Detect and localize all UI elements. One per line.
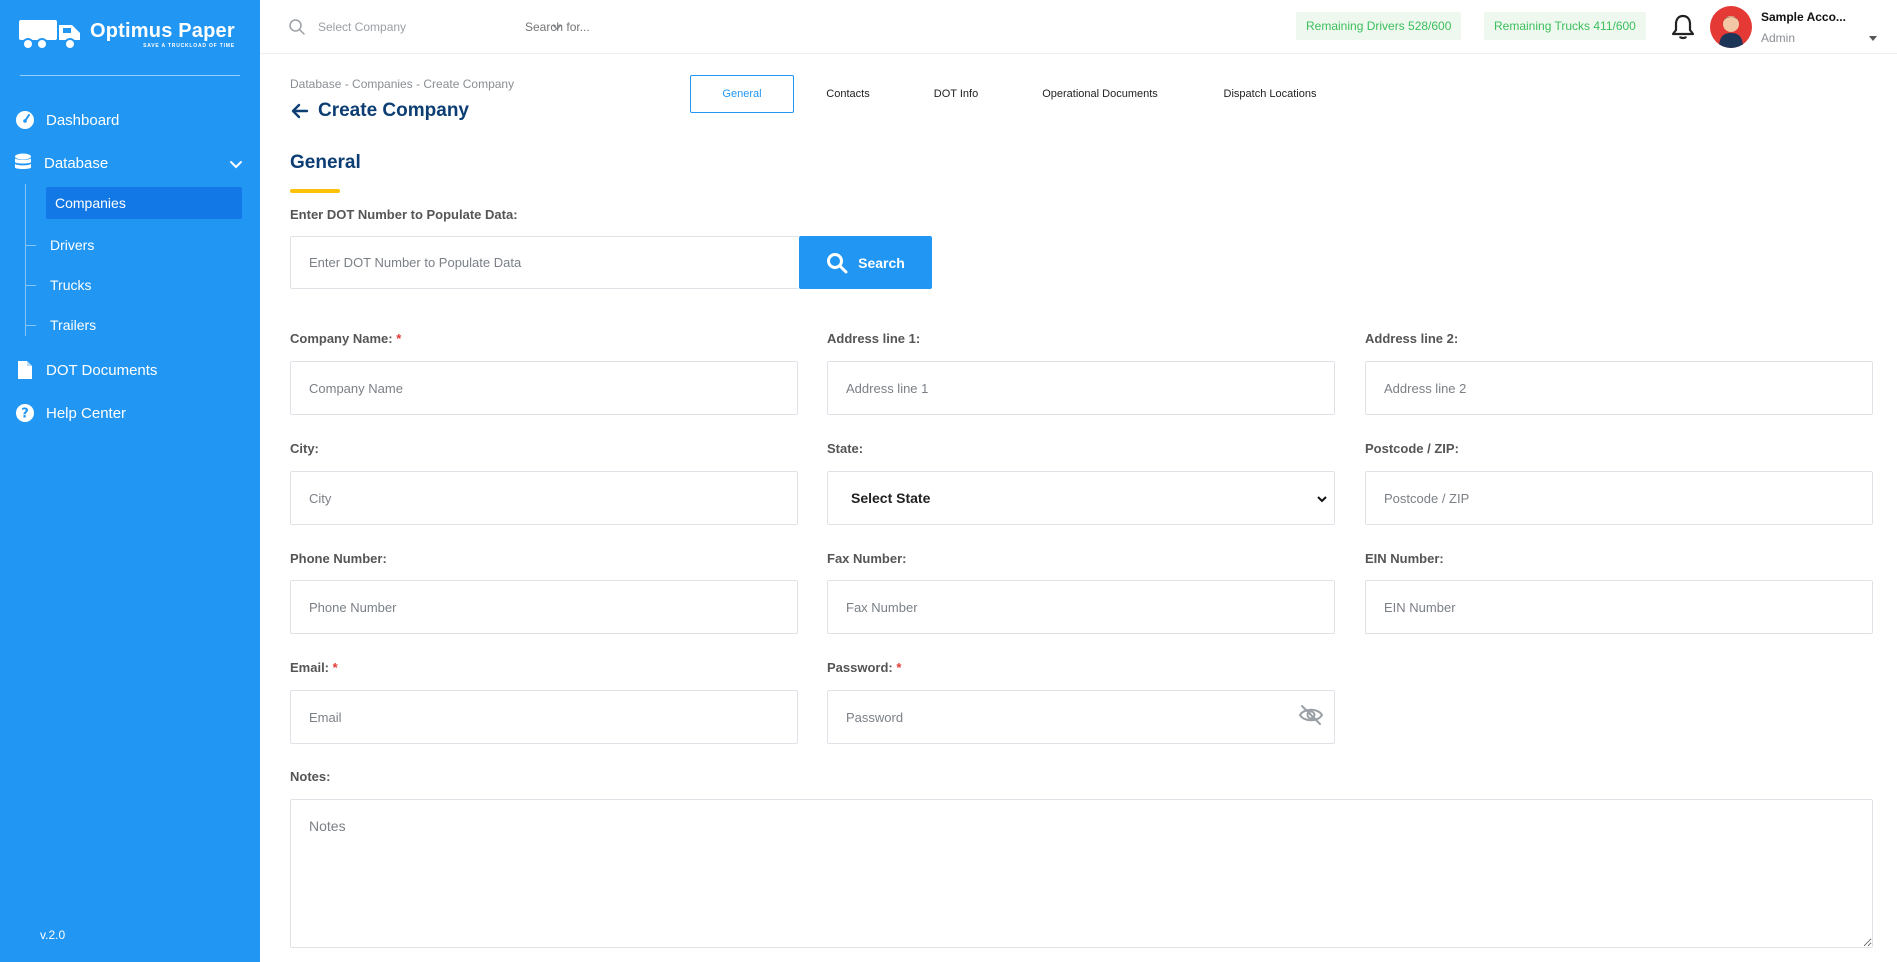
- city-input[interactable]: [290, 471, 798, 525]
- company-name-label: Company Name: *: [290, 331, 402, 346]
- sidebar-item-label: DOT Documents: [46, 361, 158, 379]
- city-label: City:: [290, 441, 319, 456]
- remaining-trucks-badge: Remaining Trucks 411/600: [1484, 12, 1646, 40]
- search-icon: [827, 252, 848, 273]
- sidebar-item-dot-documents[interactable]: DOT Documents: [14, 359, 157, 381]
- tab-dispatch-locations[interactable]: Dispatch Locations: [1190, 75, 1350, 113]
- ein-label: EIN Number:: [1365, 551, 1444, 566]
- sidebar-subitem-label: Drivers: [50, 237, 95, 253]
- password-input[interactable]: [827, 690, 1335, 744]
- company-select-placeholder: Select Company: [318, 20, 407, 34]
- tab-operational-documents[interactable]: Operational Documents: [1010, 75, 1190, 113]
- database-icon: [12, 152, 34, 174]
- sidebar-item-trucks[interactable]: Trucks: [26, 269, 242, 301]
- svg-text:?: ?: [21, 407, 29, 422]
- remaining-drivers-badge: Remaining Drivers 528/600: [1296, 12, 1462, 40]
- brand-logo[interactable]: Optimus Paper SAVE A TRUCKLOAD OF TIME: [18, 14, 240, 54]
- address2-input[interactable]: [1365, 361, 1873, 415]
- top-bar: Select Company Remaining Drivers 528/600…: [260, 0, 1897, 54]
- brand-tagline: SAVE A TRUCKLOAD OF TIME: [143, 42, 235, 49]
- user-name[interactable]: Sample Acco...: [1761, 10, 1846, 24]
- phone-label: Phone Number:: [290, 551, 387, 566]
- sidebar-subitem-label: Trailers: [50, 317, 97, 333]
- page-title: Create Company: [290, 100, 469, 122]
- sidebar-subitem-label: Trucks: [50, 277, 92, 293]
- sidebar-subitem-label: Companies: [46, 187, 242, 219]
- state-select[interactable]: Select State: [827, 471, 1335, 525]
- document-icon: [14, 359, 36, 381]
- notes-textarea[interactable]: [290, 799, 1873, 948]
- sidebar-item-database[interactable]: Database: [12, 152, 108, 174]
- breadcrumb: Database - Companies - Create Company: [290, 77, 515, 91]
- sidebar-item-label: Help Center: [46, 404, 127, 422]
- tab-dot-info[interactable]: DOT Info: [902, 75, 1010, 113]
- email-input[interactable]: [290, 690, 798, 744]
- password-label: Password: *: [827, 660, 902, 675]
- email-label: Email: *: [290, 660, 338, 675]
- help-icon: ?: [14, 402, 36, 424]
- fax-label: Fax Number:: [827, 551, 907, 566]
- required-marker: *: [396, 331, 402, 346]
- chevron-down-icon[interactable]: [228, 156, 244, 172]
- truck-logo-icon: [19, 20, 80, 50]
- tab-general[interactable]: General: [690, 75, 794, 113]
- tab-bar: General Contacts DOT Info Operational Do…: [690, 75, 1350, 113]
- search-button-label: Search: [858, 254, 905, 271]
- sidebar-item-trailers[interactable]: Trailers: [26, 309, 242, 341]
- caret-down-icon[interactable]: [1867, 32, 1879, 44]
- user-role: Admin: [1761, 31, 1796, 45]
- chevron-down-icon: [1317, 496, 1327, 503]
- arrow-left-icon[interactable]: [290, 101, 310, 121]
- sidebar-item-drivers[interactable]: Drivers: [26, 229, 242, 261]
- sidebar-item-dashboard[interactable]: Dashboard: [14, 109, 119, 131]
- sidebar-item-companies[interactable]: Companies: [26, 187, 242, 219]
- global-search-input[interactable]: [523, 14, 823, 40]
- page-title-text: Create Company: [318, 100, 469, 121]
- brand-name: Optimus Paper: [90, 19, 235, 42]
- sidebar-item-label: Dashboard: [46, 111, 120, 129]
- gauge-icon: [14, 109, 36, 131]
- avatar[interactable]: [1710, 6, 1752, 48]
- sidebar-item-label: Database: [44, 154, 109, 172]
- dot-number-input[interactable]: [290, 236, 799, 289]
- ein-input[interactable]: [1365, 580, 1873, 634]
- sidebar: Optimus Paper SAVE A TRUCKLOAD OF TIME D…: [0, 0, 260, 962]
- required-marker: *: [332, 660, 338, 675]
- bell-icon[interactable]: [1670, 13, 1696, 41]
- dot-search-button[interactable]: Search: [799, 236, 932, 289]
- state-select-value: Select State: [851, 490, 931, 506]
- section-title: General: [290, 152, 361, 173]
- tab-contacts[interactable]: Contacts: [794, 75, 902, 113]
- app-version: v.2.0: [40, 928, 66, 942]
- postcode-input[interactable]: [1365, 471, 1873, 525]
- address1-label: Address line 1:: [827, 331, 921, 346]
- notes-label: Notes:: [290, 769, 331, 784]
- phone-input[interactable]: [290, 580, 798, 634]
- state-label: State:: [827, 441, 864, 456]
- dot-lookup-label: Enter DOT Number to Populate Data:: [290, 207, 518, 222]
- address2-label: Address line 2:: [1365, 331, 1459, 346]
- eye-off-icon[interactable]: [1298, 704, 1324, 726]
- search-icon: [289, 19, 305, 35]
- company-name-input[interactable]: [290, 361, 798, 415]
- required-marker: *: [896, 660, 902, 675]
- sidebar-item-help-center[interactable]: ? Help Center: [14, 402, 126, 424]
- address1-input[interactable]: [827, 361, 1335, 415]
- logo-divider: [20, 75, 240, 76]
- fax-input[interactable]: [827, 580, 1335, 634]
- section-underline: [290, 189, 340, 193]
- postcode-label: Postcode / ZIP:: [1365, 441, 1459, 456]
